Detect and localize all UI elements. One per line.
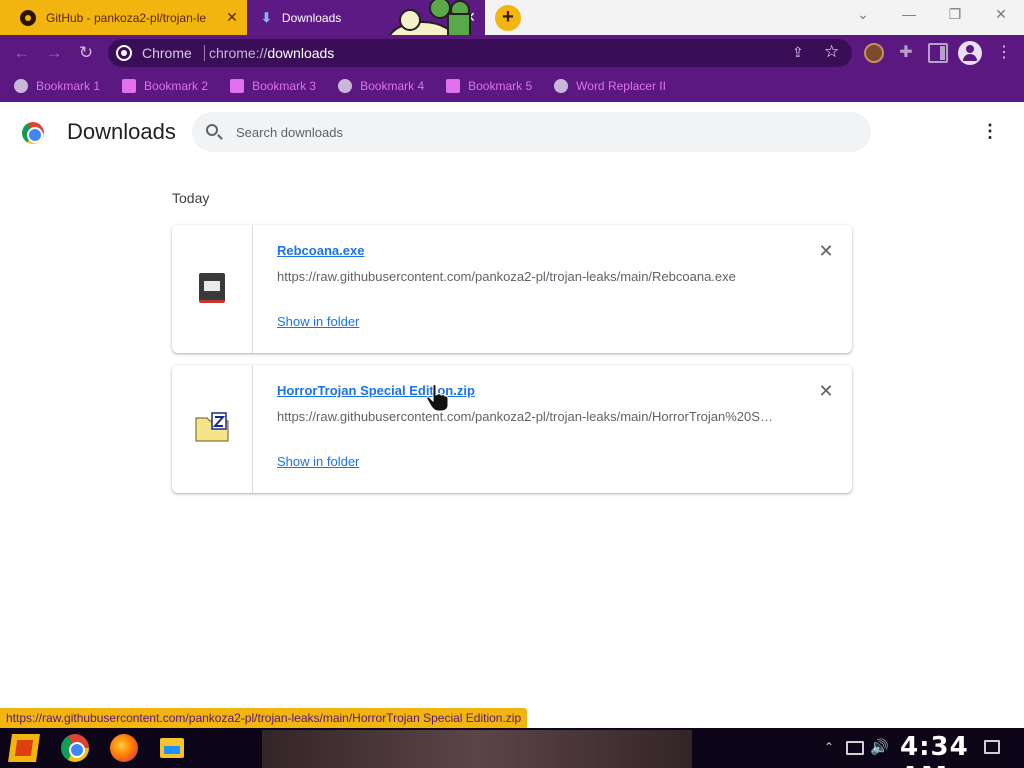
download-item: HorrorTrojan Special Edition.zip https:/… xyxy=(172,365,852,493)
taskbar-clock[interactable]: 4:34 AM xyxy=(900,732,1024,768)
github-icon xyxy=(20,9,36,26)
bookmark-word-replacer[interactable]: Word Replacer II xyxy=(554,79,666,93)
link-status-bubble: https://raw.githubusercontent.com/pankoz… xyxy=(0,708,528,728)
back-button[interactable]: ← xyxy=(8,39,36,67)
tab-strip: GitHub - pankoza2-pl/trojan-le ✕ ⬇ Downl… xyxy=(0,0,1024,63)
omnibox-chip: Chrome xyxy=(142,45,192,61)
file-icon-column xyxy=(172,365,253,493)
show-in-folder-link[interactable]: Show in folder xyxy=(277,454,359,469)
file-explorer-icon[interactable] xyxy=(160,738,184,758)
tray-overflow-icon[interactable]: ⌃ xyxy=(824,740,834,754)
restore-button[interactable]: ❐ xyxy=(932,0,978,30)
file-icon-column xyxy=(172,225,253,353)
zip-file-icon xyxy=(195,412,229,442)
bookmark-label: Bookmark 1 xyxy=(36,79,101,93)
bookmark-icon xyxy=(446,79,461,93)
search-input[interactable] xyxy=(236,121,836,143)
close-window-button[interactable]: ✕ xyxy=(978,0,1024,30)
url-scheme: chrome:// xyxy=(209,45,268,61)
bookmark-icon xyxy=(230,79,245,93)
bookmark-icon xyxy=(122,79,137,93)
bookmark-5[interactable]: Bookmark 5 xyxy=(446,79,532,93)
tab-search-button[interactable]: ⌄ xyxy=(840,0,886,30)
globe-icon xyxy=(338,79,353,93)
bookmark-label: Bookmark 2 xyxy=(144,79,209,93)
bookmark-label: Bookmark 5 xyxy=(468,79,533,93)
bookmark-label: Bookmark 4 xyxy=(360,79,425,93)
forward-button[interactable]: → xyxy=(40,39,68,67)
reload-button[interactable]: ↻ xyxy=(72,39,100,67)
bookmark-star-icon[interactable]: ☆ xyxy=(824,42,839,62)
date-section-label: Today xyxy=(172,190,210,206)
search-box[interactable] xyxy=(192,112,871,152)
side-panel-icon[interactable] xyxy=(928,43,948,63)
taskbar-wallpaper xyxy=(262,730,692,768)
omnibox-divider xyxy=(204,45,205,61)
extensions-icon[interactable]: ✚ xyxy=(896,43,916,63)
exe-file-icon xyxy=(199,273,225,303)
file-name-link[interactable]: Rebcoana.exe xyxy=(277,243,364,258)
page-title: Downloads xyxy=(67,119,176,144)
minimize-button[interactable]: — xyxy=(886,0,932,30)
chrome-logo-icon xyxy=(22,122,44,144)
profile-icon[interactable] xyxy=(958,41,982,65)
show-in-folder-link[interactable]: Show in folder xyxy=(277,314,359,329)
word-replacer-icon xyxy=(554,79,569,93)
hand-cursor-icon xyxy=(426,384,449,412)
search-icon xyxy=(206,124,218,136)
browser-toolbar: ← → ↻ Chrome chrome://downloads ⇪ ☆ ✚ ⋮ xyxy=(0,35,1024,70)
tab-title: GitHub - pankoza2-pl/trojan-le xyxy=(46,10,207,25)
extension-avatar-icon[interactable] xyxy=(864,43,884,63)
bookmark-3[interactable]: Bookmark 3 xyxy=(230,79,316,93)
address-bar[interactable]: Chrome chrome://downloads ⇪ ☆ xyxy=(108,39,852,67)
bookmark-label: Bookmark 3 xyxy=(252,79,317,93)
more-actions-icon[interactable]: ⋮ xyxy=(978,120,1002,144)
bookmark-4[interactable]: Bookmark 4 xyxy=(338,79,424,93)
taskbar: ⌃ 🔊 4:34 AM xyxy=(0,728,1024,768)
url-text[interactable]: chrome://downloads xyxy=(209,45,334,61)
browser-menu-icon[interactable]: ⋮ xyxy=(994,43,1014,63)
notification-center-icon[interactable] xyxy=(984,740,1000,754)
remove-download-button[interactable]: ✕ xyxy=(816,381,836,401)
downloads-header: Downloads ⋮ xyxy=(0,102,1024,162)
new-tab-button[interactable]: + xyxy=(495,5,521,31)
share-icon[interactable]: ⇪ xyxy=(792,44,804,61)
volume-icon[interactable]: 🔊 xyxy=(870,738,889,756)
network-icon[interactable] xyxy=(846,741,864,755)
download-icon: ⬇ xyxy=(261,9,272,25)
site-info-icon[interactable] xyxy=(116,45,132,61)
bookmark-label: Word Replacer II xyxy=(576,79,666,93)
url-host: downloads xyxy=(267,45,335,61)
bookmark-1[interactable]: Bookmark 1 xyxy=(14,79,100,93)
tab-close-button[interactable]: ✕ xyxy=(217,9,247,26)
bookmarks-bar: Bookmark 1 Bookmark 2 Bookmark 3 Bookmar… xyxy=(0,70,1024,102)
start-icon[interactable] xyxy=(8,734,40,762)
bookmark-2[interactable]: Bookmark 2 xyxy=(122,79,208,93)
firefox-icon[interactable] xyxy=(110,734,138,762)
globe-icon xyxy=(14,79,28,93)
download-item: Rebcoana.exe https://raw.githubuserconte… xyxy=(172,225,852,353)
remove-download-button[interactable]: ✕ xyxy=(816,241,836,261)
file-url: https://raw.githubusercontent.com/pankoz… xyxy=(277,269,736,284)
file-url: https://raw.githubusercontent.com/pankoz… xyxy=(277,409,777,424)
tab-github[interactable]: GitHub - pankoza2-pl/trojan-le ✕ xyxy=(0,0,247,35)
chrome-icon[interactable] xyxy=(61,734,89,762)
